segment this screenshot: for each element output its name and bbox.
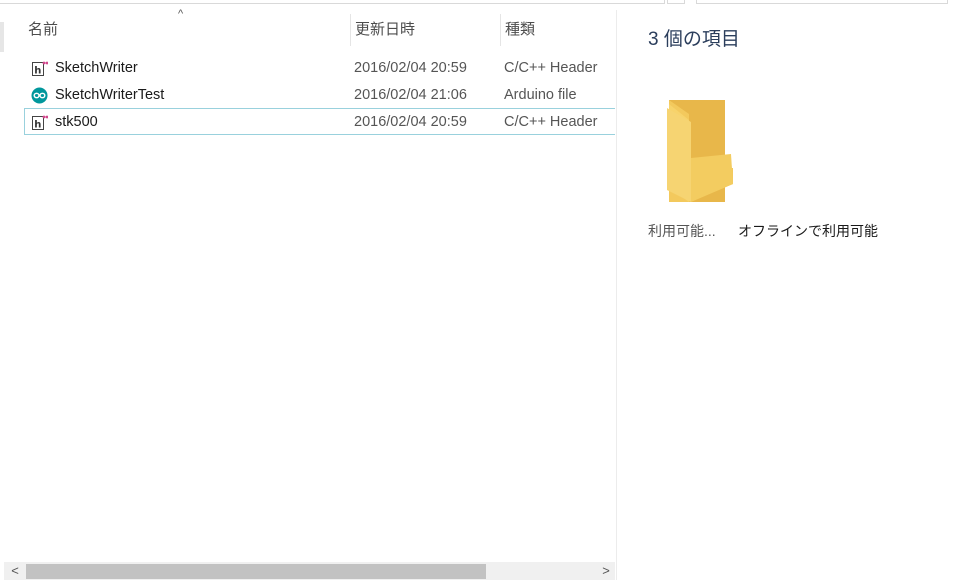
column-header-date[interactable]: 更新日時: [350, 14, 500, 46]
header-file-icon: h: [32, 115, 48, 131]
file-type: Arduino file: [504, 87, 577, 103]
svg-text:h: h: [34, 66, 41, 77]
file-row-sketchwriter[interactable]: h SketchWriter 2016/02/04 20:59 C/C++ He…: [24, 54, 615, 81]
folder-icon: [667, 100, 733, 202]
file-row-stk500[interactable]: h stk500 2016/02/04 20:59 C/C++ Header: [24, 108, 615, 135]
file-date: 2016/02/04 21:06: [354, 87, 467, 103]
column-header-name[interactable]: 名前: [24, 14, 346, 46]
file-type: C/C++ Header: [504, 60, 598, 76]
file-list: h SketchWriter 2016/02/04 20:59 C/C++ He…: [24, 54, 615, 135]
item-count: 3 個の項目: [648, 29, 740, 50]
file-type: C/C++ Header: [504, 114, 598, 130]
file-list-pane: ^ 名前 更新日時 種類 h SketchWriter 2016/02/04 2…: [4, 0, 615, 580]
file-date: 2016/02/04 20:59: [354, 114, 467, 130]
scroll-left-icon[interactable]: <: [6, 562, 24, 580]
file-name: SketchWriterTest: [55, 87, 165, 103]
file-name: stk500: [55, 114, 98, 130]
scroll-right-icon[interactable]: >: [597, 562, 615, 580]
svg-text:h: h: [34, 120, 41, 131]
arduino-file-icon: [31, 87, 48, 104]
details-pane: 3 個の項目 利用可能... オフラインで利用可能: [617, 0, 961, 580]
availability-value: オフラインで利用可能: [738, 223, 878, 239]
file-name: SketchWriter: [55, 60, 138, 76]
scrollbar-thumb[interactable]: [26, 564, 486, 579]
horizontal-scrollbar[interactable]: < >: [4, 562, 615, 580]
file-date: 2016/02/04 20:59: [354, 60, 467, 76]
file-row-sketchwritertest[interactable]: SketchWriterTest 2016/02/04 21:06 Arduin…: [24, 81, 615, 108]
column-header-type[interactable]: 種類: [500, 14, 615, 46]
availability-label: 利用可能...: [648, 223, 716, 239]
header-file-icon: h: [32, 61, 48, 77]
